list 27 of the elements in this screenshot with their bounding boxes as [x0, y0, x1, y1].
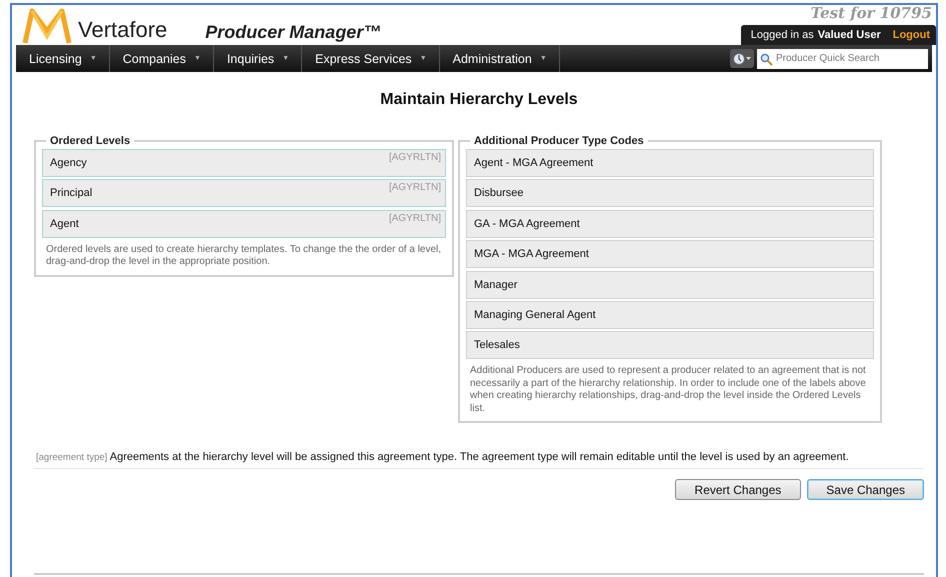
panel-note: Ordered levels are used to create hierarchy templates. To change the the order of a level, drag-and-drop the level in the appropriate position. [46, 244, 442, 269]
brand-name: Vertafore [78, 17, 168, 43]
panel-legend: Additional Producer Type Codes [470, 135, 648, 147]
login-text: Logged in as [750, 29, 814, 41]
level-item[interactable]: Telesales [466, 331, 874, 360]
level-item[interactable]: Managing General Agent [466, 300, 874, 329]
product-name: Producer Manager™ [205, 22, 382, 43]
panel-note: Additional Producers are used to represent a producer related to an agreement that is not necessarily a part of the hierarchy relationship. In order to include one of the labels above when creating hierarchy relationships, drag-and-drop the level inside the Ordered Levels list. [470, 365, 867, 416]
level-item[interactable]: MGA - MGA Agreement [466, 240, 874, 268]
quick-search-field[interactable]: Producer Quick Search [757, 48, 928, 68]
user-name: Valued User [818, 29, 881, 41]
environment-label: Test for 10795 [810, 4, 933, 22]
level-item[interactable]: GA - MGA Agreement [466, 210, 874, 238]
level-item[interactable]: Agent - MGA Agreement [466, 149, 874, 177]
action-button[interactable]: Save Changes [807, 479, 924, 500]
history-button[interactable] [730, 49, 754, 68]
logout-link[interactable]: Logout [892, 29, 930, 41]
level-item[interactable]: Disbursee [466, 179, 874, 208]
level-item[interactable]: Principal [AGYRLTN] [42, 179, 446, 208]
page-title: Maintain Hierarchy Levels [379, 91, 579, 109]
level-item[interactable]: Agency [AGYRLTN] [42, 149, 446, 177]
logo-icon [22, 7, 72, 45]
agreement-note: [agreement type] Agreements at the hierarchy level will be assigned this agreement type. The agreement type will remain editable until the level is used by an agreement. [34, 451, 924, 470]
level-item[interactable]: Manager [466, 270, 874, 299]
level-item[interactable]: Agent [AGYRLTN] [42, 210, 446, 238]
action-button[interactable]: Revert Changes [674, 479, 802, 500]
panel-legend: Ordered Levels [46, 135, 134, 147]
